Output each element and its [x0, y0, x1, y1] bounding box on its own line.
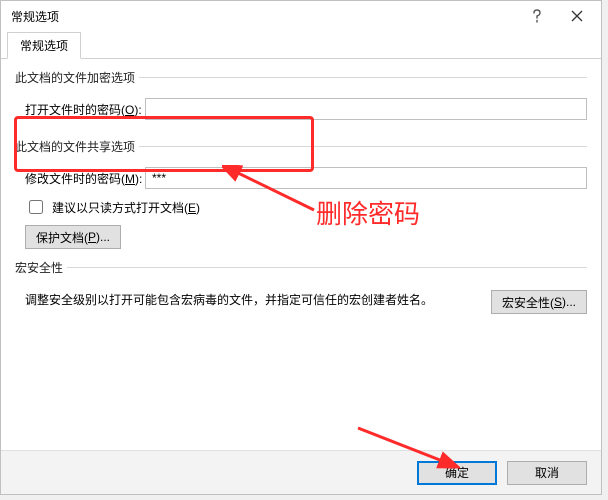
dialog-window: 常规选项 常规选项 此文档的文件加密选项 打开文件时的密码(O): 此文: [0, 0, 602, 495]
close-button[interactable]: [557, 2, 597, 30]
content-area: 此文档的文件加密选项 打开文件时的密码(O): 此文档的文件共享选项 修改文件时…: [1, 59, 601, 318]
modify-password-label: 修改文件时的密码(M):: [15, 170, 145, 187]
readonly-label: 建议以只读方式打开文档(E): [52, 199, 200, 216]
close-icon: [571, 10, 583, 22]
cancel-button[interactable]: 取消: [507, 461, 587, 485]
macro-description: 调整安全级别以打开可能包含宏病毒的文件，并指定可信任的宏创建者姓名。: [25, 290, 479, 310]
tab-general[interactable]: 常规选项: [7, 32, 81, 59]
macro-security-button[interactable]: 宏安全性(S)...: [491, 290, 587, 314]
readonly-checkbox[interactable]: [29, 200, 43, 214]
section-share: 此文档的文件共享选项 修改文件时的密码(M): 建议以只读方式打开文档(E) 保…: [15, 138, 587, 253]
help-button[interactable]: [517, 2, 557, 30]
open-password-input[interactable]: [145, 98, 587, 120]
dialog-footer: 确定 取消: [1, 450, 601, 494]
modify-password-input[interactable]: [145, 167, 587, 189]
section-encrypt-legend: 此文档的文件加密选项: [15, 69, 139, 86]
protect-document-button[interactable]: 保护文档(P)...: [25, 225, 121, 249]
titlebar: 常规选项: [1, 1, 601, 31]
tabstrip: 常规选项: [1, 31, 601, 59]
section-macro-legend: 宏安全性: [15, 259, 67, 276]
window-title: 常规选项: [11, 8, 517, 25]
section-encrypt: 此文档的文件加密选项 打开文件时的密码(O):: [15, 69, 587, 132]
section-macro: 宏安全性 调整安全级别以打开可能包含宏病毒的文件，并指定可信任的宏创建者姓名。 …: [15, 259, 587, 318]
open-password-label: 打开文件时的密码(O):: [15, 101, 145, 118]
help-icon: [532, 9, 542, 23]
ok-button[interactable]: 确定: [417, 461, 497, 485]
section-share-legend: 此文档的文件共享选项: [15, 138, 139, 155]
